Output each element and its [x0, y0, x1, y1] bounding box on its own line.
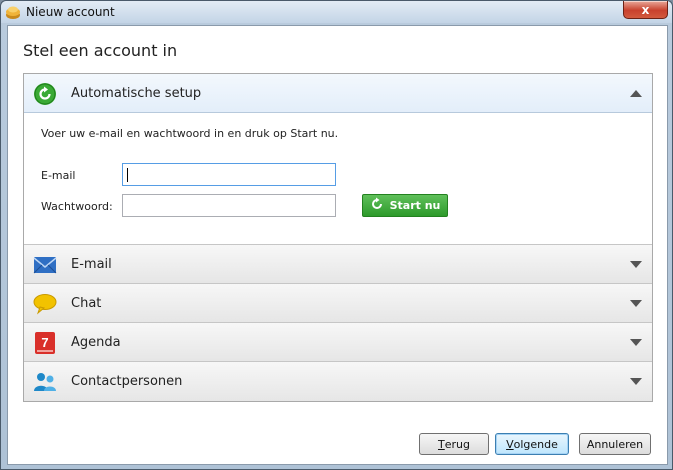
setup-instructions: Voer uw e-mail en wachtwoord in en druk … — [41, 127, 339, 140]
chevron-down-icon — [630, 378, 642, 385]
section-agenda[interactable]: 7 Agenda — [24, 323, 652, 362]
back-label: erug — [444, 437, 470, 451]
refresh-icon — [370, 197, 384, 214]
page-title: Stel een account in — [23, 41, 178, 60]
start-now-label: Start nu — [389, 199, 441, 212]
app-icon — [5, 4, 21, 20]
calendar-icon: 7 — [33, 331, 57, 355]
section-automatic-setup[interactable]: Automatische setup — [24, 74, 652, 113]
email-field[interactable] — [122, 163, 336, 186]
cancel-label: Annuleren — [586, 437, 644, 451]
section-label: Agenda — [71, 335, 121, 350]
title-bar[interactable]: Nieuw account x — [1, 1, 672, 23]
automatic-setup-panel: Voer uw e-mail en wachtwoord in en druk … — [24, 113, 652, 245]
section-label: E-mail — [71, 257, 112, 272]
speech-bubble-icon — [33, 292, 57, 316]
chevron-down-icon — [630, 339, 642, 346]
password-label: Wachtwoord: — [41, 200, 113, 213]
section-label: Chat — [71, 296, 102, 311]
back-button[interactable]: Terug — [419, 433, 489, 455]
back-mnemonic: T — [438, 437, 445, 451]
section-label: Automatische setup — [71, 86, 202, 101]
next-label: olgende — [513, 437, 558, 451]
svg-text:7: 7 — [41, 335, 48, 350]
window-frame: Nieuw account x Stel een account in Auto… — [0, 0, 673, 470]
start-now-button[interactable]: Start nu — [362, 194, 448, 217]
next-button[interactable]: Volgende — [495, 433, 569, 455]
envelope-icon — [33, 253, 57, 277]
section-email[interactable]: E-mail — [24, 245, 652, 284]
email-label: E-mail — [41, 169, 76, 182]
window-title: Nieuw account — [26, 5, 115, 19]
close-button[interactable]: x — [623, 1, 668, 19]
chevron-down-icon — [630, 261, 642, 268]
section-contacts[interactable]: Contactpersonen — [24, 362, 652, 401]
password-field[interactable] — [122, 194, 336, 217]
refresh-icon — [33, 82, 57, 106]
chevron-down-icon — [630, 300, 642, 307]
cancel-button[interactable]: Annuleren — [579, 433, 651, 455]
next-mnemonic: V — [506, 437, 514, 451]
close-icon: x — [641, 2, 650, 17]
dialog-content: Stel een account in Automatische setup V… — [7, 25, 668, 465]
account-type-accordion: Automatische setup Voer uw e-mail en wac… — [23, 73, 653, 402]
text-caret — [127, 168, 128, 182]
section-chat[interactable]: Chat — [24, 284, 652, 323]
chevron-up-icon — [630, 90, 642, 97]
contacts-icon — [33, 370, 57, 394]
section-label: Contactpersonen — [71, 374, 183, 389]
